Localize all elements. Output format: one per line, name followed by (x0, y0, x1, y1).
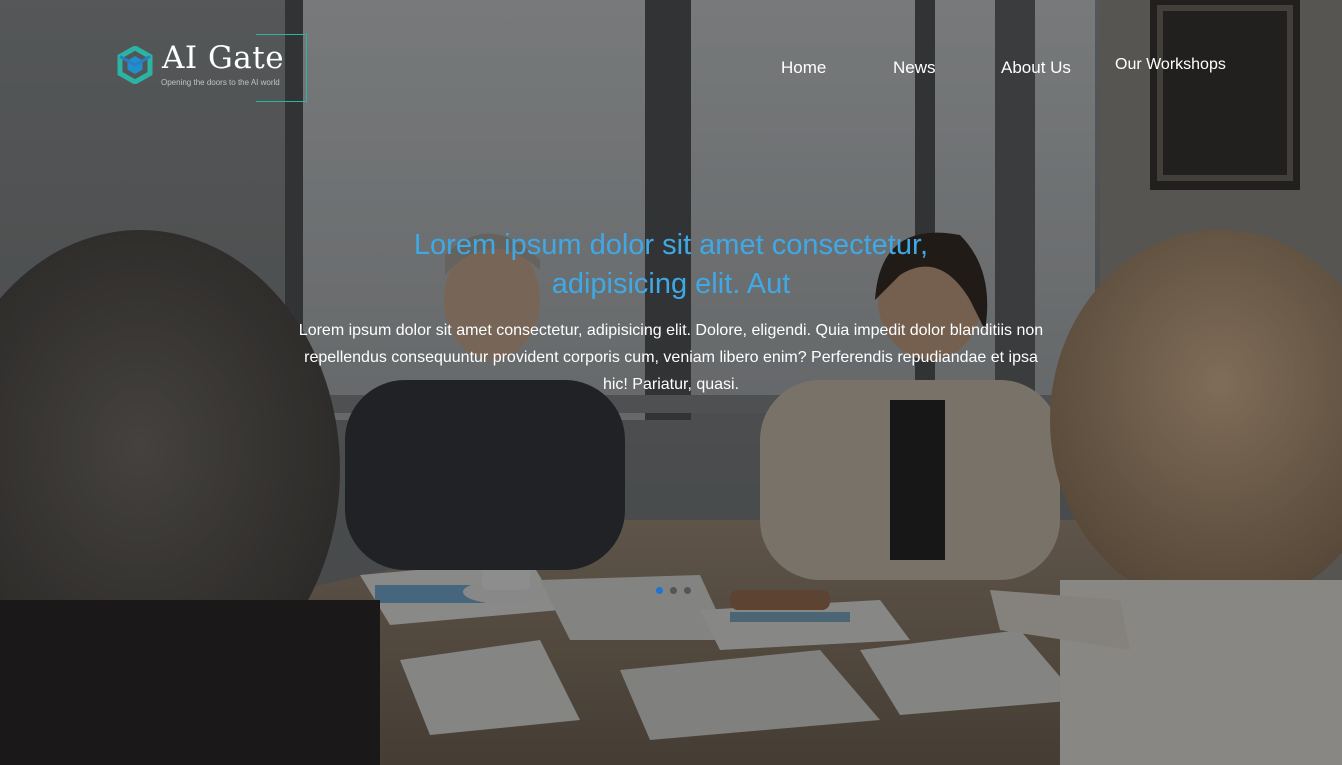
nav-link-our-workshops[interactable]: Our Workshops (1115, 56, 1226, 74)
carousel-indicator-3[interactable] (684, 587, 691, 594)
carousel-indicators (656, 587, 691, 595)
nav-link-home[interactable]: Home (781, 58, 826, 78)
carousel-indicator-2[interactable] (670, 587, 677, 594)
hero-carousel: AI Gate Opening the doors to the AI worl… (0, 0, 1342, 765)
nav-link-news[interactable]: News (893, 58, 936, 78)
hero-caption: Lorem ipsum dolor sit amet consectetur, … (290, 226, 1052, 398)
main-navigation: Home News About Us Our Workshops (0, 56, 1342, 82)
nav-link-about-us[interactable]: About Us (1001, 58, 1071, 78)
hero-description: Lorem ipsum dolor sit amet consectetur, … (298, 322, 1044, 393)
hero-title: Lorem ipsum dolor sit amet consectetur, … (413, 229, 929, 300)
carousel-indicator-1[interactable] (656, 587, 663, 594)
